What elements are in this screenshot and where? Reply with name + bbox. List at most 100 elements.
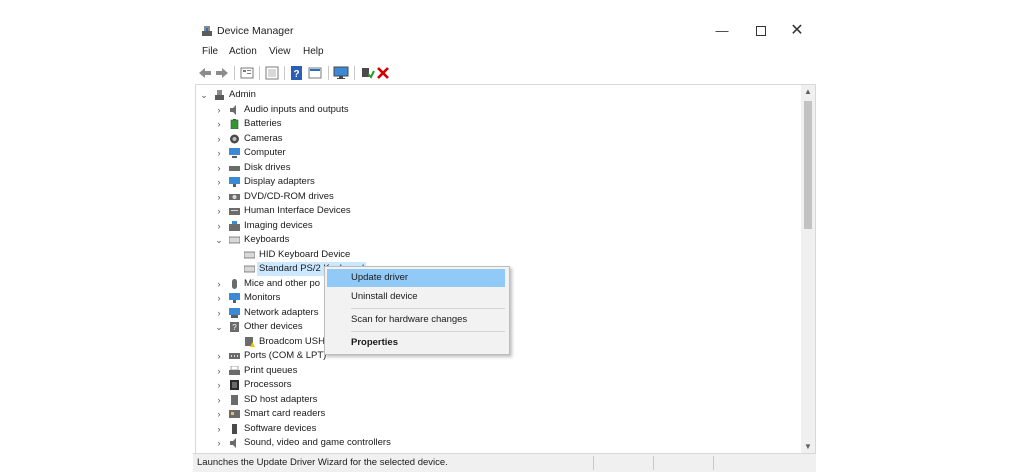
chevron-right-icon[interactable]: ›	[214, 291, 224, 305]
menu-properties[interactable]: Properties	[327, 334, 505, 352]
chevron-down-icon[interactable]: ⌄	[199, 88, 209, 102]
processor-icon	[230, 380, 239, 390]
tree-item-label: Other devices	[244, 321, 303, 332]
view-icon[interactable]	[264, 65, 280, 81]
tree-item-disk-drives[interactable]: › Disk drives	[214, 161, 514, 175]
chevron-right-icon[interactable]: ›	[214, 190, 224, 204]
tree-item-display-adapters[interactable]: › Display adapters	[214, 175, 514, 189]
chevron-right-icon[interactable]: ›	[214, 422, 224, 436]
tree-item-label: DVD/CD-ROM drives	[244, 191, 334, 202]
warning-device-icon	[245, 337, 255, 347]
toolbar-separator	[259, 66, 260, 80]
enable-device-icon[interactable]	[359, 65, 375, 81]
tree-item-label: Network adapters	[244, 307, 319, 318]
back-arrow-icon[interactable]	[197, 65, 213, 81]
menu-help[interactable]: Help	[303, 46, 324, 57]
scroll-thumb[interactable]	[804, 101, 812, 229]
chevron-right-icon[interactable]: ›	[214, 219, 224, 233]
menu-uninstall-device-label: Uninstall device	[351, 291, 418, 302]
scroll-up-arrow-icon[interactable]: ▲	[801, 85, 815, 99]
properties-icon[interactable]	[239, 65, 255, 81]
menu-view[interactable]: View	[269, 46, 291, 57]
tree-item-label: Human Interface Devices	[244, 205, 351, 216]
tree-item-software-devices[interactable]: › Software devices	[214, 422, 514, 436]
forward-arrow-icon[interactable]	[214, 65, 230, 81]
toolbar-separator	[284, 66, 285, 80]
speaker-icon	[230, 438, 236, 448]
minimize-button[interactable]: —	[705, 20, 739, 42]
chevron-right-icon[interactable]: ›	[214, 306, 224, 320]
hid-icon	[229, 208, 240, 215]
show-view-icon[interactable]	[307, 65, 323, 81]
toolbar-separator	[234, 66, 235, 80]
tree-item-sd-host[interactable]: › SD host adapters	[214, 393, 514, 407]
chevron-down-icon[interactable]: ⌄	[214, 320, 224, 334]
tree-item-smart-card[interactable]: › Smart card readers	[214, 407, 514, 421]
window-title: Device Manager	[217, 25, 294, 37]
menu-scan-hardware[interactable]: Scan for hardware changes	[327, 311, 505, 329]
software-icon	[232, 424, 237, 434]
menu-scan-hardware-label: Scan for hardware changes	[351, 314, 468, 325]
tree-item-label: Ports (COM & LPT)	[244, 350, 327, 361]
tree-item-dvd[interactable]: › DVD/CD-ROM drives	[214, 190, 514, 204]
uninstall-x-icon[interactable]	[375, 65, 391, 81]
tree-item-computer[interactable]: › Computer	[214, 146, 514, 160]
tree-root[interactable]: ⌄ Admin	[199, 88, 399, 102]
printer-icon	[229, 366, 240, 375]
chevron-right-icon[interactable]: ›	[214, 436, 224, 450]
tree-item-print-queues[interactable]: › Print queues	[214, 364, 514, 378]
status-separator	[713, 456, 714, 470]
tree-item-processors[interactable]: › Processors	[214, 378, 514, 392]
svg-text:?: ?	[232, 323, 237, 332]
svg-text:?: ?	[293, 69, 299, 80]
status-text: Launches the Update Driver Wizard for th…	[197, 457, 448, 468]
chevron-right-icon[interactable]: ›	[214, 175, 224, 189]
chevron-right-icon[interactable]: ›	[214, 378, 224, 392]
tree-item-label: Broadcom USH	[259, 336, 325, 347]
monitor-scan-icon[interactable]	[333, 65, 349, 81]
chevron-right-icon[interactable]: ›	[214, 393, 224, 407]
menu-properties-label: Properties	[351, 337, 398, 348]
computer-icon	[229, 148, 240, 158]
tree-item-keyboards[interactable]: ⌄ Keyboards	[214, 233, 514, 247]
display-icon	[229, 177, 240, 187]
chevron-right-icon[interactable]: ›	[214, 117, 224, 131]
tree-item-label: Sound, video and game controllers	[244, 437, 391, 448]
chevron-right-icon[interactable]: ›	[214, 364, 224, 378]
chevron-right-icon[interactable]: ›	[214, 103, 224, 117]
tree-item-imaging[interactable]: › Imaging devices	[214, 219, 514, 233]
chevron-right-icon[interactable]: ›	[214, 349, 224, 363]
chevron-right-icon[interactable]: ›	[214, 277, 224, 291]
menu-file[interactable]: File	[202, 46, 218, 57]
tree-item-label: Imaging devices	[244, 220, 313, 231]
tree-item-hid[interactable]: › Human Interface Devices	[214, 204, 514, 218]
tree-item-sound-video[interactable]: › Sound, video and game controllers	[214, 436, 514, 450]
tree-item-label: Audio inputs and outputs	[244, 104, 349, 115]
tree-item-label: SD host adapters	[244, 394, 318, 405]
tree-item-hid-keyboard[interactable]: HID Keyboard Device	[229, 248, 529, 262]
chevron-right-icon[interactable]: ›	[214, 407, 224, 421]
close-icon: ✕	[790, 22, 804, 39]
toolbar-separator	[328, 66, 329, 80]
tree-item-label: Disk drives	[244, 162, 291, 173]
port-icon	[229, 353, 240, 359]
menu-update-driver[interactable]: Update driver	[327, 269, 505, 287]
vertical-scrollbar[interactable]: ▲ ▼	[801, 85, 815, 454]
menu-action[interactable]: Action	[229, 46, 257, 57]
maximize-icon	[756, 25, 766, 36]
help-icon[interactable]: ?	[289, 65, 305, 81]
chevron-right-icon[interactable]: ›	[214, 146, 224, 160]
maximize-button[interactable]	[744, 20, 778, 42]
chevron-right-icon[interactable]: ›	[214, 132, 224, 146]
close-button[interactable]: ✕	[780, 20, 814, 42]
scroll-down-arrow-icon[interactable]: ▼	[801, 440, 815, 454]
network-icon	[229, 308, 240, 318]
title-bar: Device Manager — ✕	[193, 16, 816, 46]
chevron-down-icon[interactable]: ⌄	[214, 233, 224, 247]
chevron-right-icon[interactable]: ›	[214, 204, 224, 218]
chevron-right-icon[interactable]: ›	[214, 161, 224, 175]
menu-uninstall-device[interactable]: Uninstall device	[327, 288, 505, 306]
tree-item-audio[interactable]: › Audio inputs and outputs	[214, 103, 514, 117]
tree-item-batteries[interactable]: › Batteries	[214, 117, 514, 131]
tree-item-cameras[interactable]: › Cameras	[214, 132, 514, 146]
